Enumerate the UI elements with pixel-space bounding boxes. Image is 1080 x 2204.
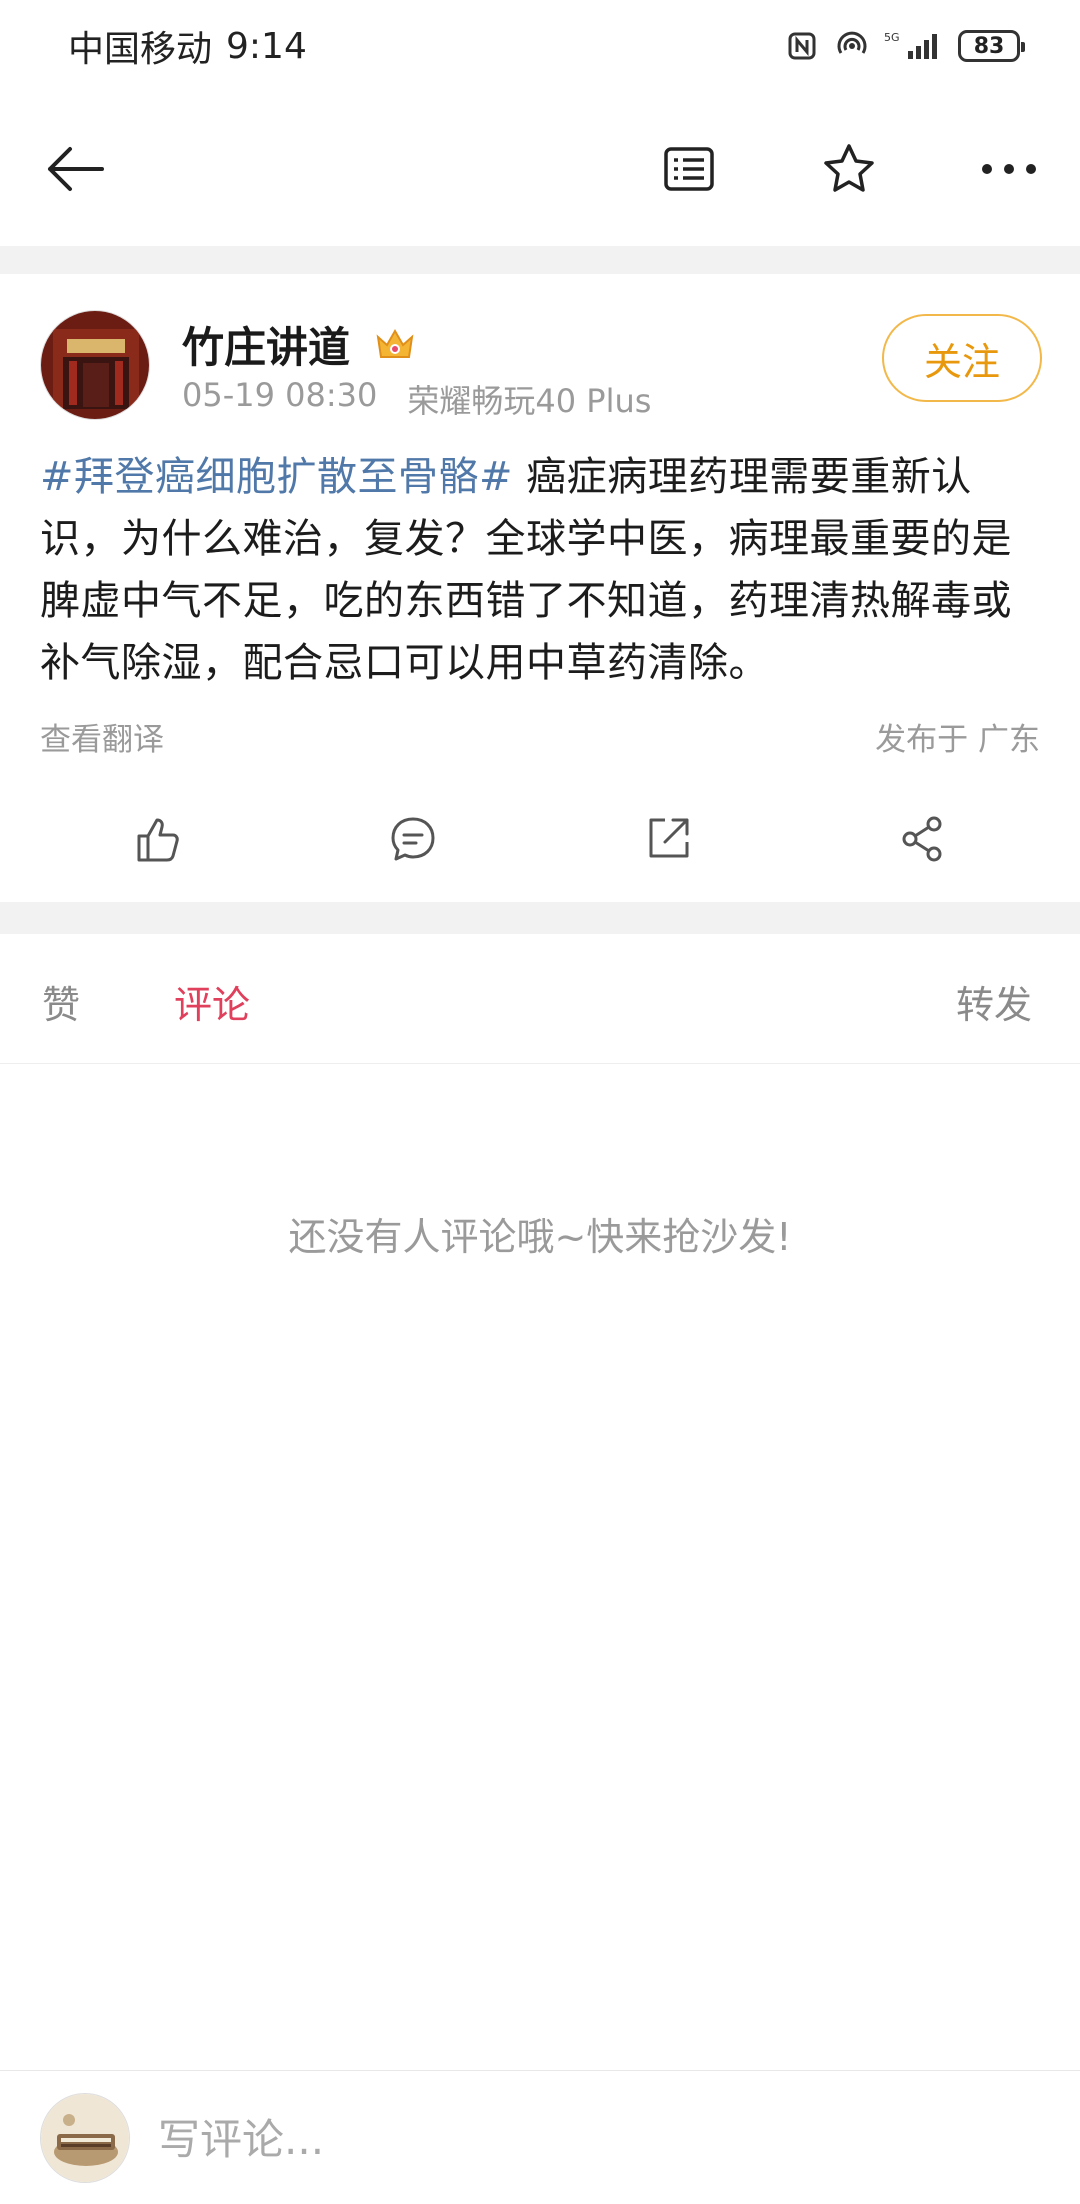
network-type-label: 5G [884,31,900,44]
nav-actions [654,134,1044,204]
crown-badge-icon [376,328,414,358]
tab-likes[interactable]: 赞 [42,974,80,1029]
signal-5g-icon: 5G [884,28,944,64]
empty-comments-message: 还没有人评论哦~快来抢沙发! [288,1215,792,1259]
post-device: 荣耀畅玩40 Plus [407,382,652,420]
post-body: #拜登癌细胞扩散至骨骼# 癌症病理药理需要重新认识，为什么难治，复发？全球学中医… [40,446,1044,694]
post-date: 05-19 08:30 [182,376,378,414]
comment-icon [391,817,434,861]
nfc-icon [784,28,820,64]
post-location: 发布于 广东 [875,722,1040,758]
star-icon [824,144,874,192]
share-icon [902,816,941,862]
tab-comments[interactable]: 评论 [174,974,250,1029]
translate-link[interactable]: 查看翻译 [40,714,164,759]
tab-reposts[interactable]: 转发 [956,974,1032,1029]
comment-input[interactable] [156,2099,1036,2179]
favorite-button[interactable] [814,134,884,204]
like-button[interactable] [118,799,198,879]
post-actions [0,794,1080,884]
post-meta: 05-19 08:30 荣耀畅玩40 Plus [182,376,651,422]
repost-icon [649,818,688,858]
like-icon [137,818,179,862]
hotspot-icon [834,28,870,64]
comment-bar [0,2070,1080,2204]
follow-button[interactable]: 关注 [882,314,1042,402]
author-name-row: 竹庄讲道 [182,314,416,375]
hashtag-link[interactable]: #拜登癌细胞扩散至骨骼# [40,454,513,500]
section-divider [0,246,1080,274]
status-bar: 中国移动 9:14 5G 83 [0,0,1080,92]
more-dots-icon [982,164,1036,174]
interaction-tabs: 赞 评论 转发 [0,934,1080,1064]
section-divider [0,902,1080,934]
more-button[interactable] [974,134,1044,204]
repost-button[interactable] [628,799,708,879]
clock: 9:14 [226,25,307,67]
article-list-icon [664,147,714,191]
post-card: 竹庄讲道 05-19 08:30 荣耀畅玩40 Plus 关注 #拜登癌细胞扩散… [0,274,1080,902]
status-left: 中国移动 9:14 [68,20,307,72]
carrier-label: 中国移动 [68,29,213,70]
my-avatar[interactable] [40,2093,130,2183]
author-avatar[interactable] [40,310,150,420]
share-button[interactable] [883,799,963,879]
status-right: 5G 83 [784,28,1025,64]
battery-indicator: 83 [958,30,1025,62]
back-button[interactable] [40,134,110,204]
top-nav-bar [0,92,1080,246]
reader-mode-button[interactable] [654,134,724,204]
arrow-left-icon [48,147,104,191]
author-name[interactable]: 竹庄讲道 [182,314,350,375]
comment-button[interactable] [373,799,453,879]
